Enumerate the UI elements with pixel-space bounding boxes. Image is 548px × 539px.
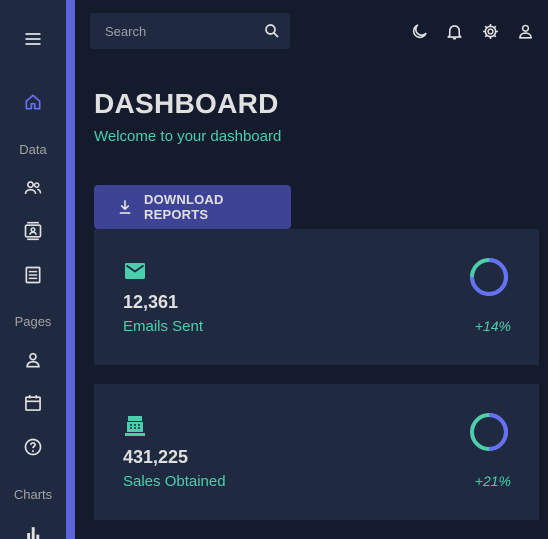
download-icon bbox=[116, 198, 134, 216]
contacts-icon[interactable] bbox=[22, 220, 44, 242]
point-of-sale-icon bbox=[123, 414, 147, 438]
notifications-icon[interactable] bbox=[444, 21, 464, 41]
email-icon bbox=[123, 259, 147, 283]
page-title: DASHBOARD bbox=[94, 88, 279, 119]
download-reports-button[interactable]: DOWNLOAD REPORTS bbox=[94, 185, 291, 229]
menu-icon[interactable] bbox=[22, 28, 44, 50]
search-icon[interactable] bbox=[262, 21, 282, 41]
team-icon[interactable] bbox=[22, 177, 44, 199]
sidebar: Data Pages Charts bbox=[0, 0, 66, 539]
settings-icon[interactable] bbox=[480, 21, 500, 41]
sidebar-section-charts: Charts bbox=[13, 487, 53, 502]
search-input[interactable] bbox=[90, 13, 250, 49]
stat-card-sales: 431,225 Sales Obtained +21% bbox=[94, 384, 539, 520]
sidebar-section-data: Data bbox=[19, 142, 47, 157]
sidebar-section-pages: Pages bbox=[14, 314, 52, 329]
stat-label: Sales Obtained bbox=[123, 473, 226, 490]
calendar-icon[interactable] bbox=[22, 392, 44, 414]
dark-mode-icon[interactable] bbox=[409, 21, 429, 41]
sidebar-scroll-edge bbox=[66, 0, 75, 539]
bar-chart-icon[interactable] bbox=[22, 522, 44, 539]
search-box bbox=[90, 13, 290, 49]
stat-value: 12,361 bbox=[123, 292, 179, 312]
progress-circle bbox=[470, 413, 508, 451]
stat-value: 431,225 bbox=[123, 447, 189, 467]
home-icon[interactable] bbox=[22, 91, 44, 113]
page-subtitle: Welcome to your dashboard bbox=[94, 128, 282, 145]
profile-form-icon[interactable] bbox=[22, 349, 44, 371]
stat-increase: +21% bbox=[474, 473, 511, 489]
stat-card-emails: 12,361 Emails Sent +14% bbox=[94, 229, 539, 365]
download-reports-label: DOWNLOAD REPORTS bbox=[144, 192, 224, 222]
profile-icon[interactable] bbox=[515, 21, 535, 41]
stat-increase: +14% bbox=[474, 318, 511, 334]
help-icon[interactable] bbox=[22, 436, 44, 458]
invoices-icon[interactable] bbox=[22, 264, 44, 286]
progress-circle bbox=[470, 258, 508, 296]
stat-label: Emails Sent bbox=[123, 318, 204, 335]
